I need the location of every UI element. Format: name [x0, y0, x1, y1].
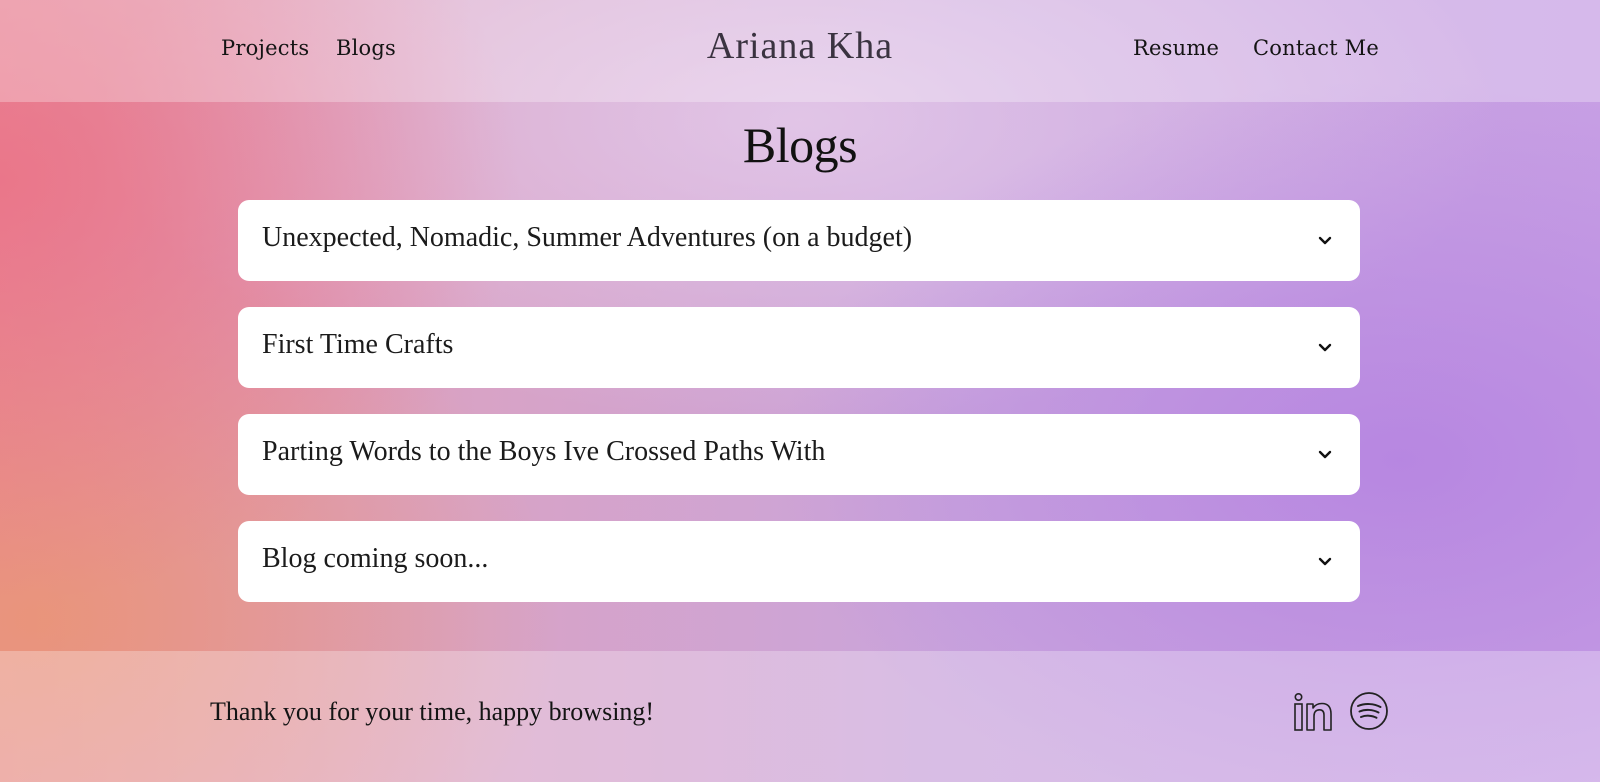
site-footer: Thank you for your time, happy browsing! [0, 651, 1600, 782]
accordion-item[interactable]: Unexpected, Nomadic, Summer Adventures (… [238, 200, 1360, 281]
page-title: Blogs [742, 117, 858, 173]
site-header: Projects Blogs Ariana Kha Resume Contact… [0, 0, 1600, 102]
accordion-item-title: Unexpected, Nomadic, Summer Adventures (… [262, 222, 913, 253]
accordion-item-title: Blog coming soon... [262, 543, 489, 574]
accordion-item[interactable]: Parting Words to the Boys Ive Crossed Pa… [238, 414, 1360, 495]
accordion-item[interactable]: Blog coming soon... [238, 521, 1360, 602]
nav-link-contact-me[interactable]: Contact Me [1253, 36, 1379, 60]
accordion-item[interactable]: First Time Crafts [238, 307, 1360, 388]
spotify-icon[interactable] [1349, 691, 1389, 731]
footer-message: Thank you for your time, happy browsing! [210, 697, 655, 726]
linkedin-icon[interactable] [1292, 691, 1334, 733]
accordion-item-title: First Time Crafts [262, 329, 454, 360]
chevron-down-icon[interactable] [1316, 446, 1334, 464]
nav-link-resume[interactable]: Resume [1133, 36, 1219, 60]
chevron-down-icon[interactable] [1316, 232, 1334, 250]
chevron-down-icon[interactable] [1316, 339, 1334, 357]
accordion-item-title: Parting Words to the Boys Ive Crossed Pa… [262, 436, 826, 467]
chevron-down-icon[interactable] [1316, 553, 1334, 571]
blog-accordion: Unexpected, Nomadic, Summer Adventures (… [238, 200, 1360, 628]
